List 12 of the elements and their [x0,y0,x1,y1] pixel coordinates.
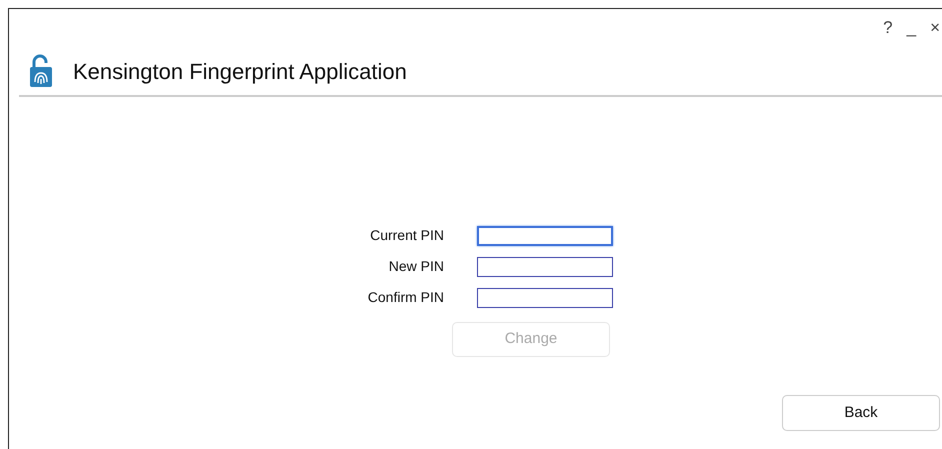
padlock-fingerprint-icon [29,54,53,88]
field-label: Current PIN [369,226,444,245]
pin-field[interactable] [477,256,613,276]
help-button[interactable]: ? [883,19,893,47]
pin-field[interactable] [477,226,613,246]
back-button[interactable]: Back [782,395,940,431]
minimize-button[interactable]: _ [906,19,916,47]
window-title: Kensington Fingerprint Application [73,58,407,86]
close-button[interactable]: × [930,19,940,47]
field-label: New PIN [388,257,444,276]
field-label: Confirm PIN [366,288,444,307]
pin-field[interactable] [477,288,613,308]
